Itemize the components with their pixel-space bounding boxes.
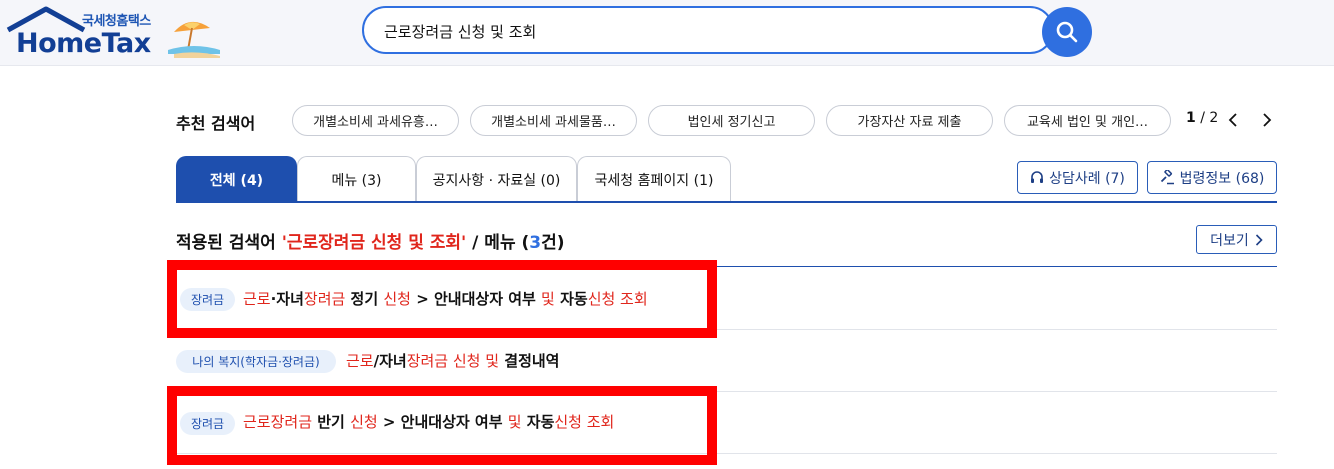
search-input[interactable] <box>384 18 984 44</box>
result-row: 나의 복지(학자금·장려금) 근로/자녀장려금 신청 및 결정내역 <box>176 330 1277 392</box>
highlight-text: 장려금 신청 및 <box>406 352 500 370</box>
recommend-chip[interactable]: 가장자산 자료 제출 <box>826 105 993 136</box>
next-page-button[interactable] <box>1258 110 1276 130</box>
header: 국세청홈택스 HomeTax <box>0 0 1334 66</box>
highlight-annotation-box <box>167 386 717 465</box>
beach-umbrella-icon <box>168 21 220 58</box>
headset-icon <box>1031 170 1044 183</box>
title-text: /자녀 <box>373 352 407 370</box>
consult-cases-button[interactable]: 상담사례 (7) <box>1017 161 1138 194</box>
pager-total: / 2 <box>1200 110 1219 126</box>
result-title-link[interactable]: 근로/자녀장려금 신청 및 결정내역 <box>346 350 559 371</box>
tab-all[interactable]: 전체 (4) <box>176 156 297 202</box>
recommend-chip[interactable]: 개별소비세 과세물품… <box>470 105 637 136</box>
applied-middle: / 메뉴 ( <box>466 233 530 253</box>
search-icon <box>1056 21 1078 43</box>
more-label: 더보기 <box>1210 232 1249 249</box>
recommend-pager: 1 / 2 <box>1186 110 1218 126</box>
chevron-left-icon <box>1228 113 1237 127</box>
more-button[interactable]: 더보기 <box>1196 225 1277 254</box>
consult-cases-label: 상담사례 (7) <box>1049 170 1125 187</box>
law-info-label: 법령정보 (68) <box>1179 170 1265 187</box>
recommend-label: 추천 검색어 <box>176 114 256 133</box>
applied-count: 3 <box>529 233 542 253</box>
logo-subtitle: 국세청홈택스 <box>82 14 151 29</box>
prev-page-button[interactable] <box>1224 110 1242 130</box>
logo-title: HomeTax <box>16 28 151 59</box>
tab-underline <box>176 201 1277 203</box>
highlight-annotation-box <box>167 260 717 338</box>
tab-nts-homepage[interactable]: 국세청 홈페이지 (1) <box>577 156 731 202</box>
applied-keyword: '근로장려금 신청 및 조회' <box>281 233 467 253</box>
applied-search-heading: 적용된 검색어 '근로장려금 신청 및 조회' / 메뉴 (3건) <box>176 228 565 253</box>
pager-current: 1 <box>1186 110 1196 126</box>
highlight-text: 근로 <box>346 352 374 370</box>
recommend-chip[interactable]: 법인세 정기신고 <box>648 105 815 136</box>
chevron-right-icon <box>1255 233 1263 246</box>
tab-menu[interactable]: 메뉴 (3) <box>297 156 416 202</box>
hometax-logo[interactable]: 국세청홈택스 HomeTax <box>6 6 222 60</box>
applied-prefix: 적용된 검색어 <box>176 233 282 253</box>
applied-suffix: 건) <box>541 233 565 253</box>
gavel-icon <box>1160 170 1174 185</box>
chevron-right-icon <box>1263 113 1272 127</box>
search-box[interactable] <box>362 6 1054 54</box>
title-text: 결정내역 <box>499 352 560 370</box>
search-button[interactable] <box>1042 7 1092 57</box>
law-info-button[interactable]: 법령정보 (68) <box>1147 161 1277 194</box>
recommend-chip[interactable]: 개별소비세 과세유흥… <box>292 105 459 136</box>
recommend-chip[interactable]: 교육세 법인 및 개인… <box>1004 105 1171 136</box>
tab-notice-archive[interactable]: 공지사항 · 자료실 (0) <box>416 156 577 202</box>
result-category-badge: 나의 복지(학자금·장려금) <box>176 350 336 373</box>
